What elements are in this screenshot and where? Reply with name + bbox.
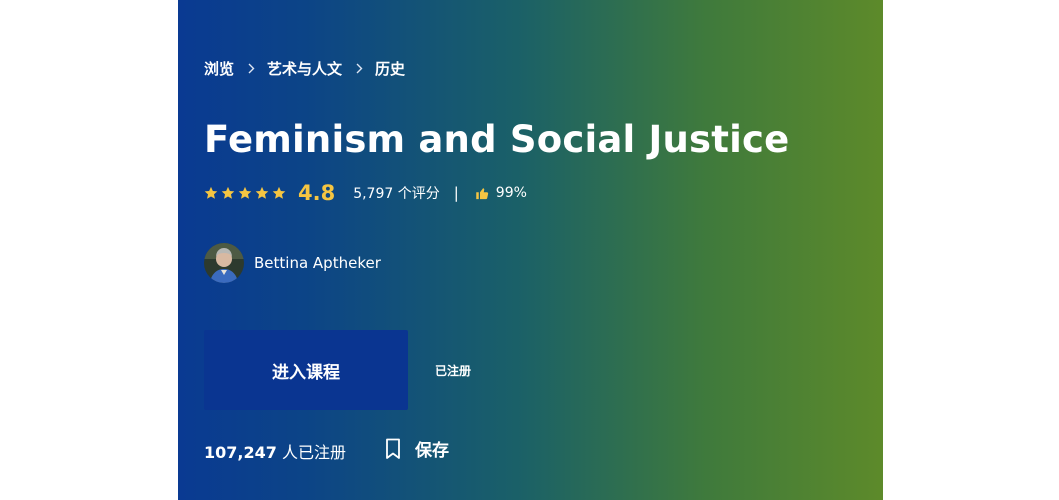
bookmark-icon <box>386 438 400 459</box>
star-icon <box>272 186 286 199</box>
rating-value: 4.8 <box>298 181 336 205</box>
enrollment-count: 107,247 人已注册 <box>204 439 346 463</box>
breadcrumb-item-history[interactable]: 历史 <box>375 58 405 79</box>
chevron-right-icon <box>248 63 255 74</box>
star-rating <box>204 186 286 200</box>
breadcrumb: 浏览 艺术与人文 历史 <box>204 58 405 79</box>
rating-row: 4.8 5,797 个评分 | 99% <box>204 181 527 205</box>
star-icon <box>221 186 235 199</box>
star-icon <box>204 186 218 199</box>
avatar <box>204 243 244 283</box>
enrolled-status: 已注册 <box>435 364 472 378</box>
save-label: 保存 <box>415 441 449 461</box>
thumbs-up-icon <box>475 186 490 201</box>
instructor[interactable]: Bettina Aptheker <box>204 243 381 283</box>
save-button[interactable]: 保存 <box>385 436 449 461</box>
enrollment-number: 107,247 <box>204 443 277 462</box>
instructor-name[interactable]: Bettina Aptheker <box>254 254 381 272</box>
course-hero-banner: 浏览 艺术与人文 历史 Feminism and Social Justice … <box>178 0 883 500</box>
breadcrumb-item-arts-humanities[interactable]: 艺术与人文 <box>267 58 342 79</box>
enter-course-button[interactable]: 进入课程 <box>204 330 408 410</box>
course-title: Feminism and Social Justice <box>204 118 790 161</box>
star-icon <box>255 186 269 199</box>
breadcrumb-item-browse[interactable]: 浏览 <box>204 58 234 79</box>
enrollment-suffix: 人已注册 <box>281 443 346 462</box>
star-icon <box>238 186 252 199</box>
approval-percent: 99% <box>495 185 527 201</box>
rating-count[interactable]: 5,797 个评分 <box>353 183 440 203</box>
rating-divider: | <box>453 184 459 202</box>
chevron-right-icon <box>356 63 363 74</box>
